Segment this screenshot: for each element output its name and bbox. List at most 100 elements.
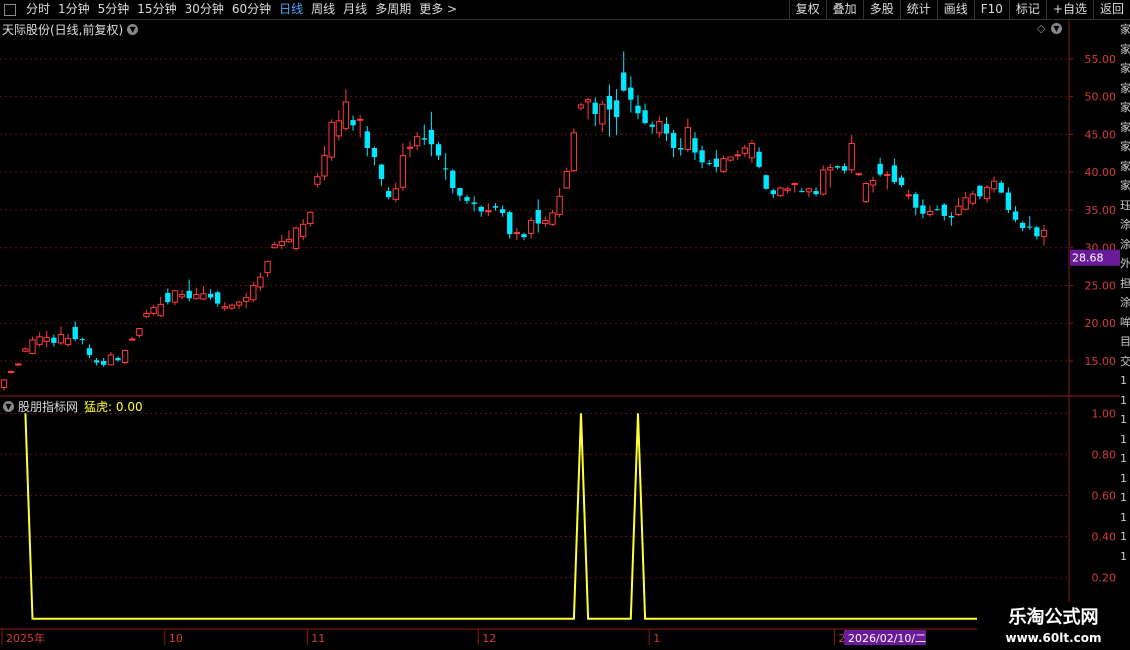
candle-body (599, 103, 606, 125)
adjust-button[interactable]: 复权 (788, 0, 826, 19)
chart-title: 天际股份(日线,前复权) (2, 22, 124, 37)
candle-body (1012, 211, 1019, 220)
candle-body (813, 191, 819, 195)
indicator-name[interactable]: 股朋指标网 (18, 398, 78, 415)
candle-body (1040, 229, 1048, 237)
candle-body (642, 110, 648, 124)
candle-body (692, 138, 698, 153)
candle-body (228, 304, 236, 309)
candle-body (934, 209, 940, 211)
right-strip-char: 1 (1120, 432, 1127, 446)
candle-body (805, 188, 813, 193)
overlay-button[interactable]: 叠加 (825, 0, 863, 19)
candle-body (841, 166, 848, 171)
tab-monthly[interactable]: 月线 (339, 0, 371, 19)
kline-chart[interactable]: 55.0050.0045.0040.0035.0030.0025.0020.00… (0, 20, 1120, 650)
candle-body (143, 312, 150, 317)
candle-body (243, 297, 250, 302)
candle-body (848, 142, 855, 171)
candle-body (250, 284, 257, 301)
candle-body (22, 348, 29, 352)
x-tick-label: 11 (311, 632, 325, 645)
right-strip-char: 家 (1120, 159, 1130, 173)
tab-1min[interactable]: 1分钟 (54, 0, 94, 19)
candle-body (278, 241, 285, 246)
candle-body (178, 294, 186, 298)
tab-5min[interactable]: 5分钟 (94, 0, 134, 19)
candle-body (207, 293, 214, 298)
window-menu-icon[interactable] (4, 3, 16, 16)
candle-body (350, 120, 356, 126)
candle-body (592, 102, 598, 115)
candle-body (457, 188, 463, 196)
period-tabs: 分时 1分钟 5分钟 15分钟 30分钟 60分钟 日线 周线 月线 多周期 更… (0, 0, 461, 19)
add-watchlist-button[interactable]: +自选 (1045, 0, 1093, 19)
tab-60min[interactable]: 60分钟 (228, 0, 275, 19)
tab-fenshi[interactable]: 分时 (22, 0, 54, 19)
candle-body (869, 179, 877, 186)
candle-body (920, 205, 926, 214)
indicator-series (24, 413, 1073, 620)
candle-body (442, 168, 449, 170)
candle-body (399, 155, 407, 188)
indicator-y-tick-label: 0.40 (1092, 531, 1117, 544)
candle-body (1034, 227, 1040, 237)
tab-15min[interactable]: 15分钟 (133, 0, 180, 19)
candle-body (507, 212, 513, 235)
draw-line-button[interactable]: 画线 (936, 0, 974, 19)
tab-multi-period[interactable]: 多周期 (371, 0, 415, 19)
candle-body (464, 197, 470, 201)
candle-body (998, 182, 1004, 193)
indicator-menu-icon[interactable]: ▼ (3, 400, 14, 412)
x-tick-label: 2025年 (6, 631, 45, 645)
candle-body (706, 163, 712, 165)
tab-daily[interactable]: 日线 (275, 0, 307, 19)
y-tick-label: 45.00 (1085, 128, 1117, 141)
f10-button[interactable]: F10 (973, 0, 1009, 19)
candle-body (649, 124, 655, 127)
candle-body (186, 290, 192, 299)
settings-circle-icon[interactable]: ▼ (1051, 23, 1062, 34)
candle-body (115, 357, 121, 361)
candle-body (300, 223, 307, 237)
indicator-y-tick-label: 0.80 (1092, 448, 1117, 461)
candle-body (435, 144, 442, 156)
tab-30min[interactable]: 30分钟 (181, 0, 228, 19)
indicator-y-tick-label: 1.00 (1092, 407, 1117, 420)
tab-more[interactable]: 更多 > (415, 0, 461, 19)
right-strip-char: 1 (1120, 452, 1127, 465)
multi-stock-button[interactable]: 多股 (862, 0, 900, 19)
candle-body (157, 303, 164, 317)
candle-body (235, 301, 243, 306)
back-button[interactable]: 返回 (1092, 0, 1130, 19)
candle-body (342, 101, 350, 129)
date-tag-label: 2026/02/10/二 (848, 632, 926, 645)
candle-body (556, 195, 563, 215)
right-strip-char: 哞 (1120, 315, 1130, 329)
candle-body (670, 132, 677, 149)
candle-body (221, 306, 228, 309)
chevron-down-icon[interactable]: ▼ (127, 23, 139, 35)
tab-weekly[interactable]: 周线 (307, 0, 339, 19)
diamond-icon[interactable]: ◇ (1037, 22, 1045, 35)
watermark-title: 乐淘公式网 (1008, 607, 1099, 628)
right-strip-char: 涂 (1120, 218, 1130, 231)
candle-body (371, 148, 378, 158)
candle-body (584, 99, 592, 103)
y-tick-label: 35.00 (1085, 204, 1117, 217)
candle-body (727, 156, 734, 161)
stats-button[interactable]: 统计 (899, 0, 937, 19)
candle-body (107, 354, 115, 366)
indicator-y-tick-label: 0.20 (1092, 572, 1117, 585)
right-strip-char: 家 (1120, 101, 1130, 114)
y-tick-label: 20.00 (1085, 317, 1117, 330)
axes: 55.0050.0045.0040.0035.0030.0025.0020.00… (1, 53, 1120, 645)
grid-lines (0, 20, 1120, 650)
candle-body (79, 339, 86, 341)
candle-body (898, 177, 905, 186)
candle-body (150, 306, 157, 314)
candle-body (913, 194, 919, 208)
candle-body (57, 334, 65, 344)
mark-button[interactable]: 标记 (1008, 0, 1046, 19)
right-strip-char: 家 (1120, 179, 1130, 192)
